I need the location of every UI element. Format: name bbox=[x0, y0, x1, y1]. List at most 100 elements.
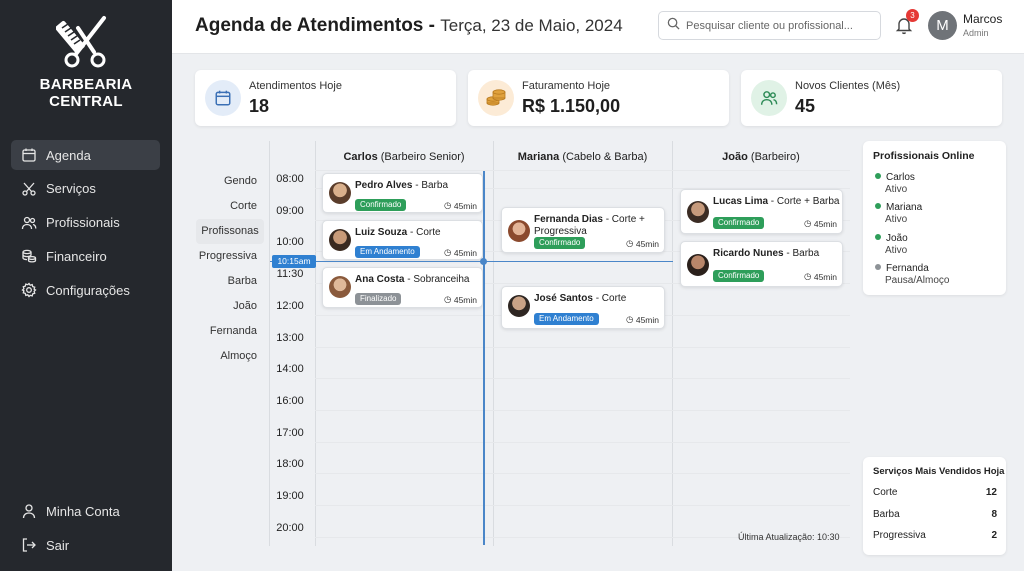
status-badge: Confirmado bbox=[713, 270, 765, 282]
sidebar-item-servicos[interactable]: Serviços bbox=[11, 174, 160, 204]
appointment-card[interactable]: Fernanda Dias - Corte + Progressiva Confi… bbox=[501, 207, 665, 253]
appointment-title: Pedro Alves - Barba bbox=[355, 180, 449, 191]
gear-icon bbox=[21, 282, 37, 298]
users-icon bbox=[21, 215, 37, 231]
appointment-card[interactable]: Luiz Souza - Corte Em Andamento ◷ 45min bbox=[322, 220, 483, 260]
scissors-icon bbox=[21, 181, 37, 197]
coins-icon bbox=[21, 248, 37, 264]
top-services-panel: Serviços Mais Vendidos Hoja Corte 12 Barb… bbox=[863, 457, 1006, 555]
user-role: Admin bbox=[963, 28, 989, 38]
status-badge: Confirmado bbox=[534, 237, 586, 249]
filter-item[interactable]: Fernanda bbox=[195, 319, 265, 344]
duration: ◷ 45min bbox=[626, 238, 659, 249]
sidebar-item-configuracoes[interactable]: Configurações bbox=[11, 275, 160, 305]
duration: ◷ 45min bbox=[444, 294, 477, 305]
stat-card-revenue: Faturamento Hoje R$ 1.150,00 bbox=[468, 70, 729, 126]
appointment-card[interactable]: Lucas Lima - Corte + Barba Confirmado ◷ … bbox=[680, 189, 843, 234]
time-label: 14:00 bbox=[276, 363, 304, 376]
status-badge: Finalizado bbox=[355, 293, 402, 305]
professional-name: Carlos bbox=[343, 151, 378, 163]
online-person: João Ativo bbox=[875, 233, 908, 257]
sidebar-item-sair[interactable]: Sair bbox=[11, 530, 160, 560]
avatar[interactable]: M bbox=[928, 11, 957, 40]
online-person: Carlos Ativo bbox=[875, 172, 915, 196]
current-time-vertical-line bbox=[483, 171, 485, 545]
filter-item[interactable]: Barba bbox=[195, 269, 265, 294]
clock-icon: ◷ bbox=[444, 200, 452, 210]
service-row: Barba 8 bbox=[873, 509, 997, 520]
filter-item[interactable]: João bbox=[195, 294, 265, 319]
appointment-card[interactable]: Pedro Alves - Barba Confirmado ◷ 45min bbox=[322, 173, 483, 213]
grid-divider bbox=[269, 141, 270, 546]
status-badge: Confirmado bbox=[355, 199, 407, 211]
clock-icon: ◷ bbox=[804, 271, 812, 281]
filter-item[interactable]: Progressiva bbox=[195, 244, 265, 269]
sidebar-item-label: Minha Conta bbox=[46, 503, 120, 519]
status-badge: Em Andamento bbox=[534, 313, 599, 325]
user-name: Marcos bbox=[963, 12, 1003, 26]
status-badge: Confirmado bbox=[713, 217, 765, 229]
service-row: Corte 12 bbox=[873, 487, 997, 498]
appointment-title: Luiz Souza - Corte bbox=[355, 227, 441, 238]
appointment-title: Ana Costa - Sobranceiha bbox=[355, 274, 470, 285]
coins-icon bbox=[478, 80, 514, 116]
client-photo bbox=[329, 229, 351, 251]
filter-item-active[interactable]: Profissonas bbox=[196, 219, 264, 244]
time-label: 10:00 bbox=[276, 236, 304, 249]
time-label: 18:00 bbox=[276, 458, 304, 471]
stat-label: Atendimentos Hoje bbox=[249, 80, 342, 92]
stat-value: 45 bbox=[795, 96, 816, 116]
search-icon bbox=[667, 17, 680, 35]
sidebar-item-financeiro[interactable]: Financeiro bbox=[11, 241, 160, 271]
client-photo bbox=[508, 220, 530, 242]
filter-item[interactable]: Gendo bbox=[195, 169, 265, 194]
appointment-title: Fernanda Dias - Corte + Progressiva bbox=[534, 214, 645, 237]
appointment-card[interactable]: Ana Costa - Sobranceiha Finalizado ◷ 45m… bbox=[322, 267, 483, 308]
notification-count-badge: 3 bbox=[906, 9, 919, 22]
column-header-mariana: Mariana (Cabelo & Barba) bbox=[493, 151, 672, 163]
clock-icon: ◷ bbox=[804, 218, 812, 228]
filter-list: Gendo Corte Profissonas Progressiva Barb… bbox=[195, 169, 265, 369]
appointment-title: José Santos - Corte bbox=[534, 293, 627, 304]
time-label: 17:00 bbox=[276, 426, 304, 439]
brand-name-line2: CENTRAL bbox=[49, 93, 123, 110]
filter-item[interactable]: Corte bbox=[195, 194, 265, 219]
page-title-text: Agenda de Atendimentos bbox=[195, 15, 424, 36]
client-photo bbox=[508, 295, 530, 317]
calendar-icon bbox=[205, 80, 241, 116]
client-photo bbox=[687, 201, 709, 223]
clock-icon: ◷ bbox=[444, 247, 452, 257]
current-time-dot bbox=[480, 258, 487, 265]
sidebar-item-label: Profissionais bbox=[46, 215, 120, 231]
time-label: 11:30 bbox=[276, 268, 304, 281]
client-photo bbox=[329, 276, 351, 298]
sidebar-item-profissionais[interactable]: Profissionais bbox=[11, 208, 160, 238]
filter-item[interactable]: Almoço bbox=[195, 344, 265, 369]
stat-value: 18 bbox=[249, 96, 270, 116]
time-gridline bbox=[315, 378, 850, 380]
sidebar-item-minha-conta[interactable]: Minha Conta bbox=[11, 496, 160, 526]
user-icon bbox=[21, 503, 37, 519]
sidebar-item-label: Agenda bbox=[46, 147, 91, 163]
appointment-card[interactable]: Ricardo Nunes - Barba Confirmado ◷ 45min bbox=[680, 241, 843, 287]
clock-icon: ◷ bbox=[626, 238, 634, 248]
panel-title: Serviços Mais Vendidos Hoja bbox=[873, 466, 1005, 477]
sidebar-bottom-nav: Minha Conta Sair bbox=[11, 496, 160, 564]
duration: ◷ 45min bbox=[804, 218, 837, 229]
status-dot bbox=[875, 264, 881, 270]
client-photo bbox=[329, 182, 351, 204]
online-person: Fernanda Pausa/Almoço bbox=[875, 263, 949, 287]
sidebar-item-label: Financeiro bbox=[46, 248, 107, 264]
search-box[interactable] bbox=[658, 11, 881, 40]
duration: ◷ 45min bbox=[804, 271, 837, 282]
page-title: Agenda de Atendimentos - Terça, 23 de Ma… bbox=[195, 15, 623, 37]
search-input[interactable] bbox=[686, 19, 866, 32]
appointment-card[interactable]: José Santos - Corte Em Andamento ◷ 45min bbox=[501, 286, 665, 329]
top-bar: Agenda de Atendimentos - Terça, 23 de Ma… bbox=[172, 0, 1024, 54]
online-professionals-panel: Profissionais Online Carlos Ativo Mariana… bbox=[863, 141, 1006, 295]
appointment-title: Ricardo Nunes - Barba bbox=[713, 248, 820, 259]
sidebar-item-agenda[interactable]: Agenda bbox=[11, 140, 160, 170]
stat-card-new-clients: Novos Clientes (Mês) 45 bbox=[741, 70, 1002, 126]
time-gridline bbox=[315, 473, 850, 475]
brand-logo: BARBEARIA CENTRAL bbox=[0, 14, 172, 110]
